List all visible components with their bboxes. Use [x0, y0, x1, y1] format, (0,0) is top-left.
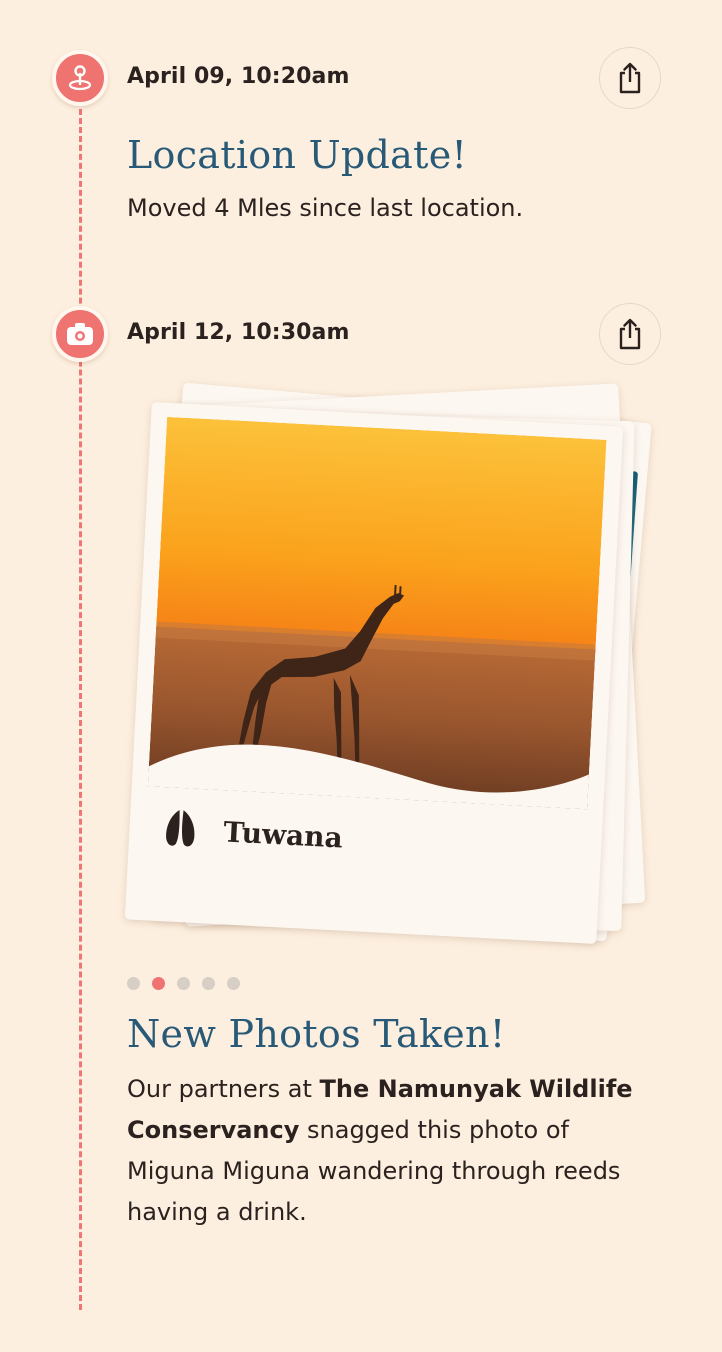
- event-body: Our partners at The Namunyak Wildlife Co…: [127, 1069, 657, 1233]
- event-headline: Location Update!: [127, 133, 468, 177]
- giraffe-photo: [147, 416, 607, 810]
- share-button[interactable]: [599, 47, 661, 109]
- photo-card[interactable]: Tuwana: [124, 402, 624, 944]
- share-icon: [619, 318, 641, 350]
- event-timestamp: April 12, 10:30am: [127, 320, 350, 345]
- event-timestamp: April 09, 10:20am: [127, 64, 350, 89]
- carousel-dot[interactable]: [227, 977, 240, 990]
- share-icon: [619, 62, 641, 94]
- event-headline: New Photos Taken!: [127, 1012, 506, 1056]
- location-pin-icon: [52, 50, 108, 106]
- body-text-part: Our partners at: [127, 1075, 320, 1103]
- carousel-dot[interactable]: [177, 977, 190, 990]
- camera-icon: [52, 306, 108, 362]
- carousel-dots[interactable]: [127, 977, 240, 990]
- timeline-line: [79, 100, 82, 1310]
- carousel-dot[interactable]: [202, 977, 215, 990]
- event-body: Moved 4 Mles since last location.: [127, 194, 524, 222]
- share-button[interactable]: [599, 303, 661, 365]
- carousel-dot[interactable]: [127, 977, 140, 990]
- photo-caption: Tuwana: [222, 814, 344, 855]
- hoof-print-icon: [166, 810, 195, 847]
- carousel-dot-active[interactable]: [152, 977, 165, 990]
